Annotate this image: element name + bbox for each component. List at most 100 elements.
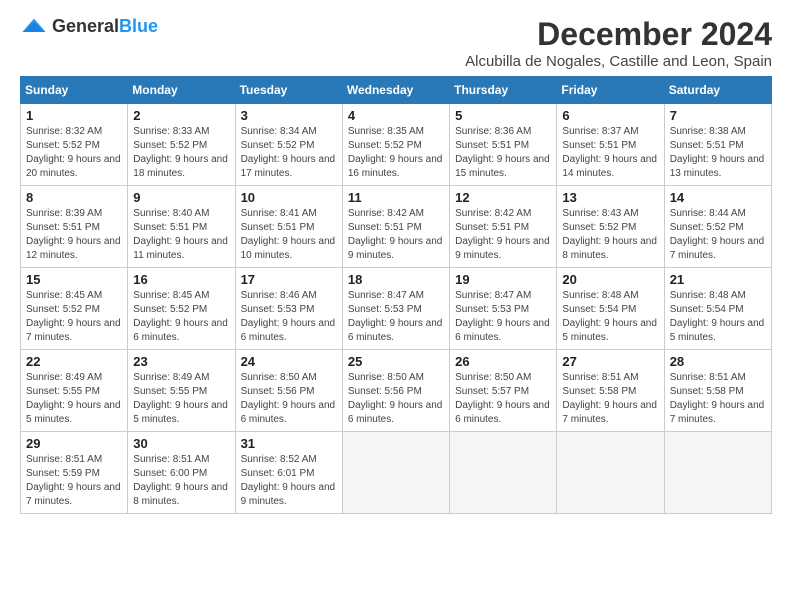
location-title: Alcubilla de Nogales, Castille and Leon,… xyxy=(465,53,772,70)
day-info: Sunrise: 8:40 AM Sunset: 5:51 PM Dayligh… xyxy=(133,207,229,263)
header: GeneralBlue December 2024 Alcubilla de N… xyxy=(20,16,772,70)
day-cell-12: 12 Sunrise: 8:42 AM Sunset: 5:51 PM Dayl… xyxy=(450,186,557,268)
day-cell-1: 1 Sunrise: 8:32 AM Sunset: 5:52 PM Dayli… xyxy=(21,104,128,186)
day-info: Sunrise: 8:47 AM Sunset: 5:53 PM Dayligh… xyxy=(348,289,444,345)
day-info: Sunrise: 8:50 AM Sunset: 5:57 PM Dayligh… xyxy=(455,371,551,427)
day-number: 29 xyxy=(26,436,122,451)
day-info: Sunrise: 8:49 AM Sunset: 5:55 PM Dayligh… xyxy=(26,371,122,427)
day-number: 2 xyxy=(133,108,229,123)
week-row-5: 29 Sunrise: 8:51 AM Sunset: 5:59 PM Dayl… xyxy=(21,432,772,514)
day-number: 6 xyxy=(562,108,658,123)
day-number: 27 xyxy=(562,354,658,369)
day-cell-21: 21 Sunrise: 8:48 AM Sunset: 5:54 PM Dayl… xyxy=(664,268,771,350)
day-info: Sunrise: 8:36 AM Sunset: 5:51 PM Dayligh… xyxy=(455,125,551,181)
day-cell-23: 23 Sunrise: 8:49 AM Sunset: 5:55 PM Dayl… xyxy=(128,350,235,432)
day-number: 1 xyxy=(26,108,122,123)
day-info: Sunrise: 8:46 AM Sunset: 5:53 PM Dayligh… xyxy=(241,289,337,345)
day-cell-28: 28 Sunrise: 8:51 AM Sunset: 5:58 PM Dayl… xyxy=(664,350,771,432)
day-cell-19: 19 Sunrise: 8:47 AM Sunset: 5:53 PM Dayl… xyxy=(450,268,557,350)
day-info: Sunrise: 8:51 AM Sunset: 5:58 PM Dayligh… xyxy=(562,371,658,427)
day-number: 24 xyxy=(241,354,337,369)
week-row-2: 8 Sunrise: 8:39 AM Sunset: 5:51 PM Dayli… xyxy=(21,186,772,268)
day-info: Sunrise: 8:52 AM Sunset: 6:01 PM Dayligh… xyxy=(241,453,337,509)
day-number: 28 xyxy=(670,354,766,369)
logo-text-general: General xyxy=(52,16,119,36)
day-info: Sunrise: 8:37 AM Sunset: 5:51 PM Dayligh… xyxy=(562,125,658,181)
day-info: Sunrise: 8:41 AM Sunset: 5:51 PM Dayligh… xyxy=(241,207,337,263)
day-cell-8: 8 Sunrise: 8:39 AM Sunset: 5:51 PM Dayli… xyxy=(21,186,128,268)
day-info: Sunrise: 8:34 AM Sunset: 5:52 PM Dayligh… xyxy=(241,125,337,181)
day-cell-4: 4 Sunrise: 8:35 AM Sunset: 5:52 PM Dayli… xyxy=(342,104,449,186)
day-info: Sunrise: 8:42 AM Sunset: 5:51 PM Dayligh… xyxy=(348,207,444,263)
day-cell-15: 15 Sunrise: 8:45 AM Sunset: 5:52 PM Dayl… xyxy=(21,268,128,350)
day-number: 16 xyxy=(133,272,229,287)
day-info: Sunrise: 8:32 AM Sunset: 5:52 PM Dayligh… xyxy=(26,125,122,181)
day-info: Sunrise: 8:48 AM Sunset: 5:54 PM Dayligh… xyxy=(562,289,658,345)
logo: GeneralBlue xyxy=(20,16,158,37)
day-info: Sunrise: 8:49 AM Sunset: 5:55 PM Dayligh… xyxy=(133,371,229,427)
day-info: Sunrise: 8:51 AM Sunset: 5:58 PM Dayligh… xyxy=(670,371,766,427)
day-number: 20 xyxy=(562,272,658,287)
day-cell-16: 16 Sunrise: 8:45 AM Sunset: 5:52 PM Dayl… xyxy=(128,268,235,350)
day-number: 5 xyxy=(455,108,551,123)
col-tuesday: Tuesday xyxy=(235,77,342,104)
day-number: 30 xyxy=(133,436,229,451)
day-cell-29: 29 Sunrise: 8:51 AM Sunset: 5:59 PM Dayl… xyxy=(21,432,128,514)
day-number: 21 xyxy=(670,272,766,287)
day-info: Sunrise: 8:50 AM Sunset: 5:56 PM Dayligh… xyxy=(348,371,444,427)
day-cell-2: 2 Sunrise: 8:33 AM Sunset: 5:52 PM Dayli… xyxy=(128,104,235,186)
day-number: 25 xyxy=(348,354,444,369)
empty-cell xyxy=(450,432,557,514)
empty-cell xyxy=(342,432,449,514)
day-number: 15 xyxy=(26,272,122,287)
day-info: Sunrise: 8:33 AM Sunset: 5:52 PM Dayligh… xyxy=(133,125,229,181)
day-info: Sunrise: 8:44 AM Sunset: 5:52 PM Dayligh… xyxy=(670,207,766,263)
logo-icon xyxy=(20,17,48,37)
day-info: Sunrise: 8:48 AM Sunset: 5:54 PM Dayligh… xyxy=(670,289,766,345)
day-number: 9 xyxy=(133,190,229,205)
week-row-4: 22 Sunrise: 8:49 AM Sunset: 5:55 PM Dayl… xyxy=(21,350,772,432)
day-info: Sunrise: 8:39 AM Sunset: 5:51 PM Dayligh… xyxy=(26,207,122,263)
day-number: 3 xyxy=(241,108,337,123)
day-info: Sunrise: 8:51 AM Sunset: 6:00 PM Dayligh… xyxy=(133,453,229,509)
day-cell-13: 13 Sunrise: 8:43 AM Sunset: 5:52 PM Dayl… xyxy=(557,186,664,268)
day-number: 12 xyxy=(455,190,551,205)
day-number: 17 xyxy=(241,272,337,287)
day-info: Sunrise: 8:45 AM Sunset: 5:52 PM Dayligh… xyxy=(133,289,229,345)
day-number: 19 xyxy=(455,272,551,287)
day-number: 26 xyxy=(455,354,551,369)
day-cell-9: 9 Sunrise: 8:40 AM Sunset: 5:51 PM Dayli… xyxy=(128,186,235,268)
logo-text-blue: Blue xyxy=(119,16,158,36)
col-friday: Friday xyxy=(557,77,664,104)
day-cell-3: 3 Sunrise: 8:34 AM Sunset: 5:52 PM Dayli… xyxy=(235,104,342,186)
day-cell-14: 14 Sunrise: 8:44 AM Sunset: 5:52 PM Dayl… xyxy=(664,186,771,268)
day-number: 11 xyxy=(348,190,444,205)
header-row: Sunday Monday Tuesday Wednesday Thursday… xyxy=(21,77,772,104)
day-cell-25: 25 Sunrise: 8:50 AM Sunset: 5:56 PM Dayl… xyxy=(342,350,449,432)
day-info: Sunrise: 8:42 AM Sunset: 5:51 PM Dayligh… xyxy=(455,207,551,263)
day-number: 23 xyxy=(133,354,229,369)
col-thursday: Thursday xyxy=(450,77,557,104)
day-cell-17: 17 Sunrise: 8:46 AM Sunset: 5:53 PM Dayl… xyxy=(235,268,342,350)
day-cell-10: 10 Sunrise: 8:41 AM Sunset: 5:51 PM Dayl… xyxy=(235,186,342,268)
day-cell-5: 5 Sunrise: 8:36 AM Sunset: 5:51 PM Dayli… xyxy=(450,104,557,186)
day-cell-31: 31 Sunrise: 8:52 AM Sunset: 6:01 PM Dayl… xyxy=(235,432,342,514)
day-cell-24: 24 Sunrise: 8:50 AM Sunset: 5:56 PM Dayl… xyxy=(235,350,342,432)
col-monday: Monday xyxy=(128,77,235,104)
day-info: Sunrise: 8:47 AM Sunset: 5:53 PM Dayligh… xyxy=(455,289,551,345)
title-block: December 2024 Alcubilla de Nogales, Cast… xyxy=(465,16,772,70)
day-number: 8 xyxy=(26,190,122,205)
day-number: 31 xyxy=(241,436,337,451)
day-number: 14 xyxy=(670,190,766,205)
day-info: Sunrise: 8:38 AM Sunset: 5:51 PM Dayligh… xyxy=(670,125,766,181)
col-sunday: Sunday xyxy=(21,77,128,104)
calendar-table: Sunday Monday Tuesday Wednesday Thursday… xyxy=(20,76,772,514)
day-cell-30: 30 Sunrise: 8:51 AM Sunset: 6:00 PM Dayl… xyxy=(128,432,235,514)
day-cell-26: 26 Sunrise: 8:50 AM Sunset: 5:57 PM Dayl… xyxy=(450,350,557,432)
col-saturday: Saturday xyxy=(664,77,771,104)
day-number: 13 xyxy=(562,190,658,205)
day-cell-7: 7 Sunrise: 8:38 AM Sunset: 5:51 PM Dayli… xyxy=(664,104,771,186)
day-cell-20: 20 Sunrise: 8:48 AM Sunset: 5:54 PM Dayl… xyxy=(557,268,664,350)
col-wednesday: Wednesday xyxy=(342,77,449,104)
week-row-1: 1 Sunrise: 8:32 AM Sunset: 5:52 PM Dayli… xyxy=(21,104,772,186)
